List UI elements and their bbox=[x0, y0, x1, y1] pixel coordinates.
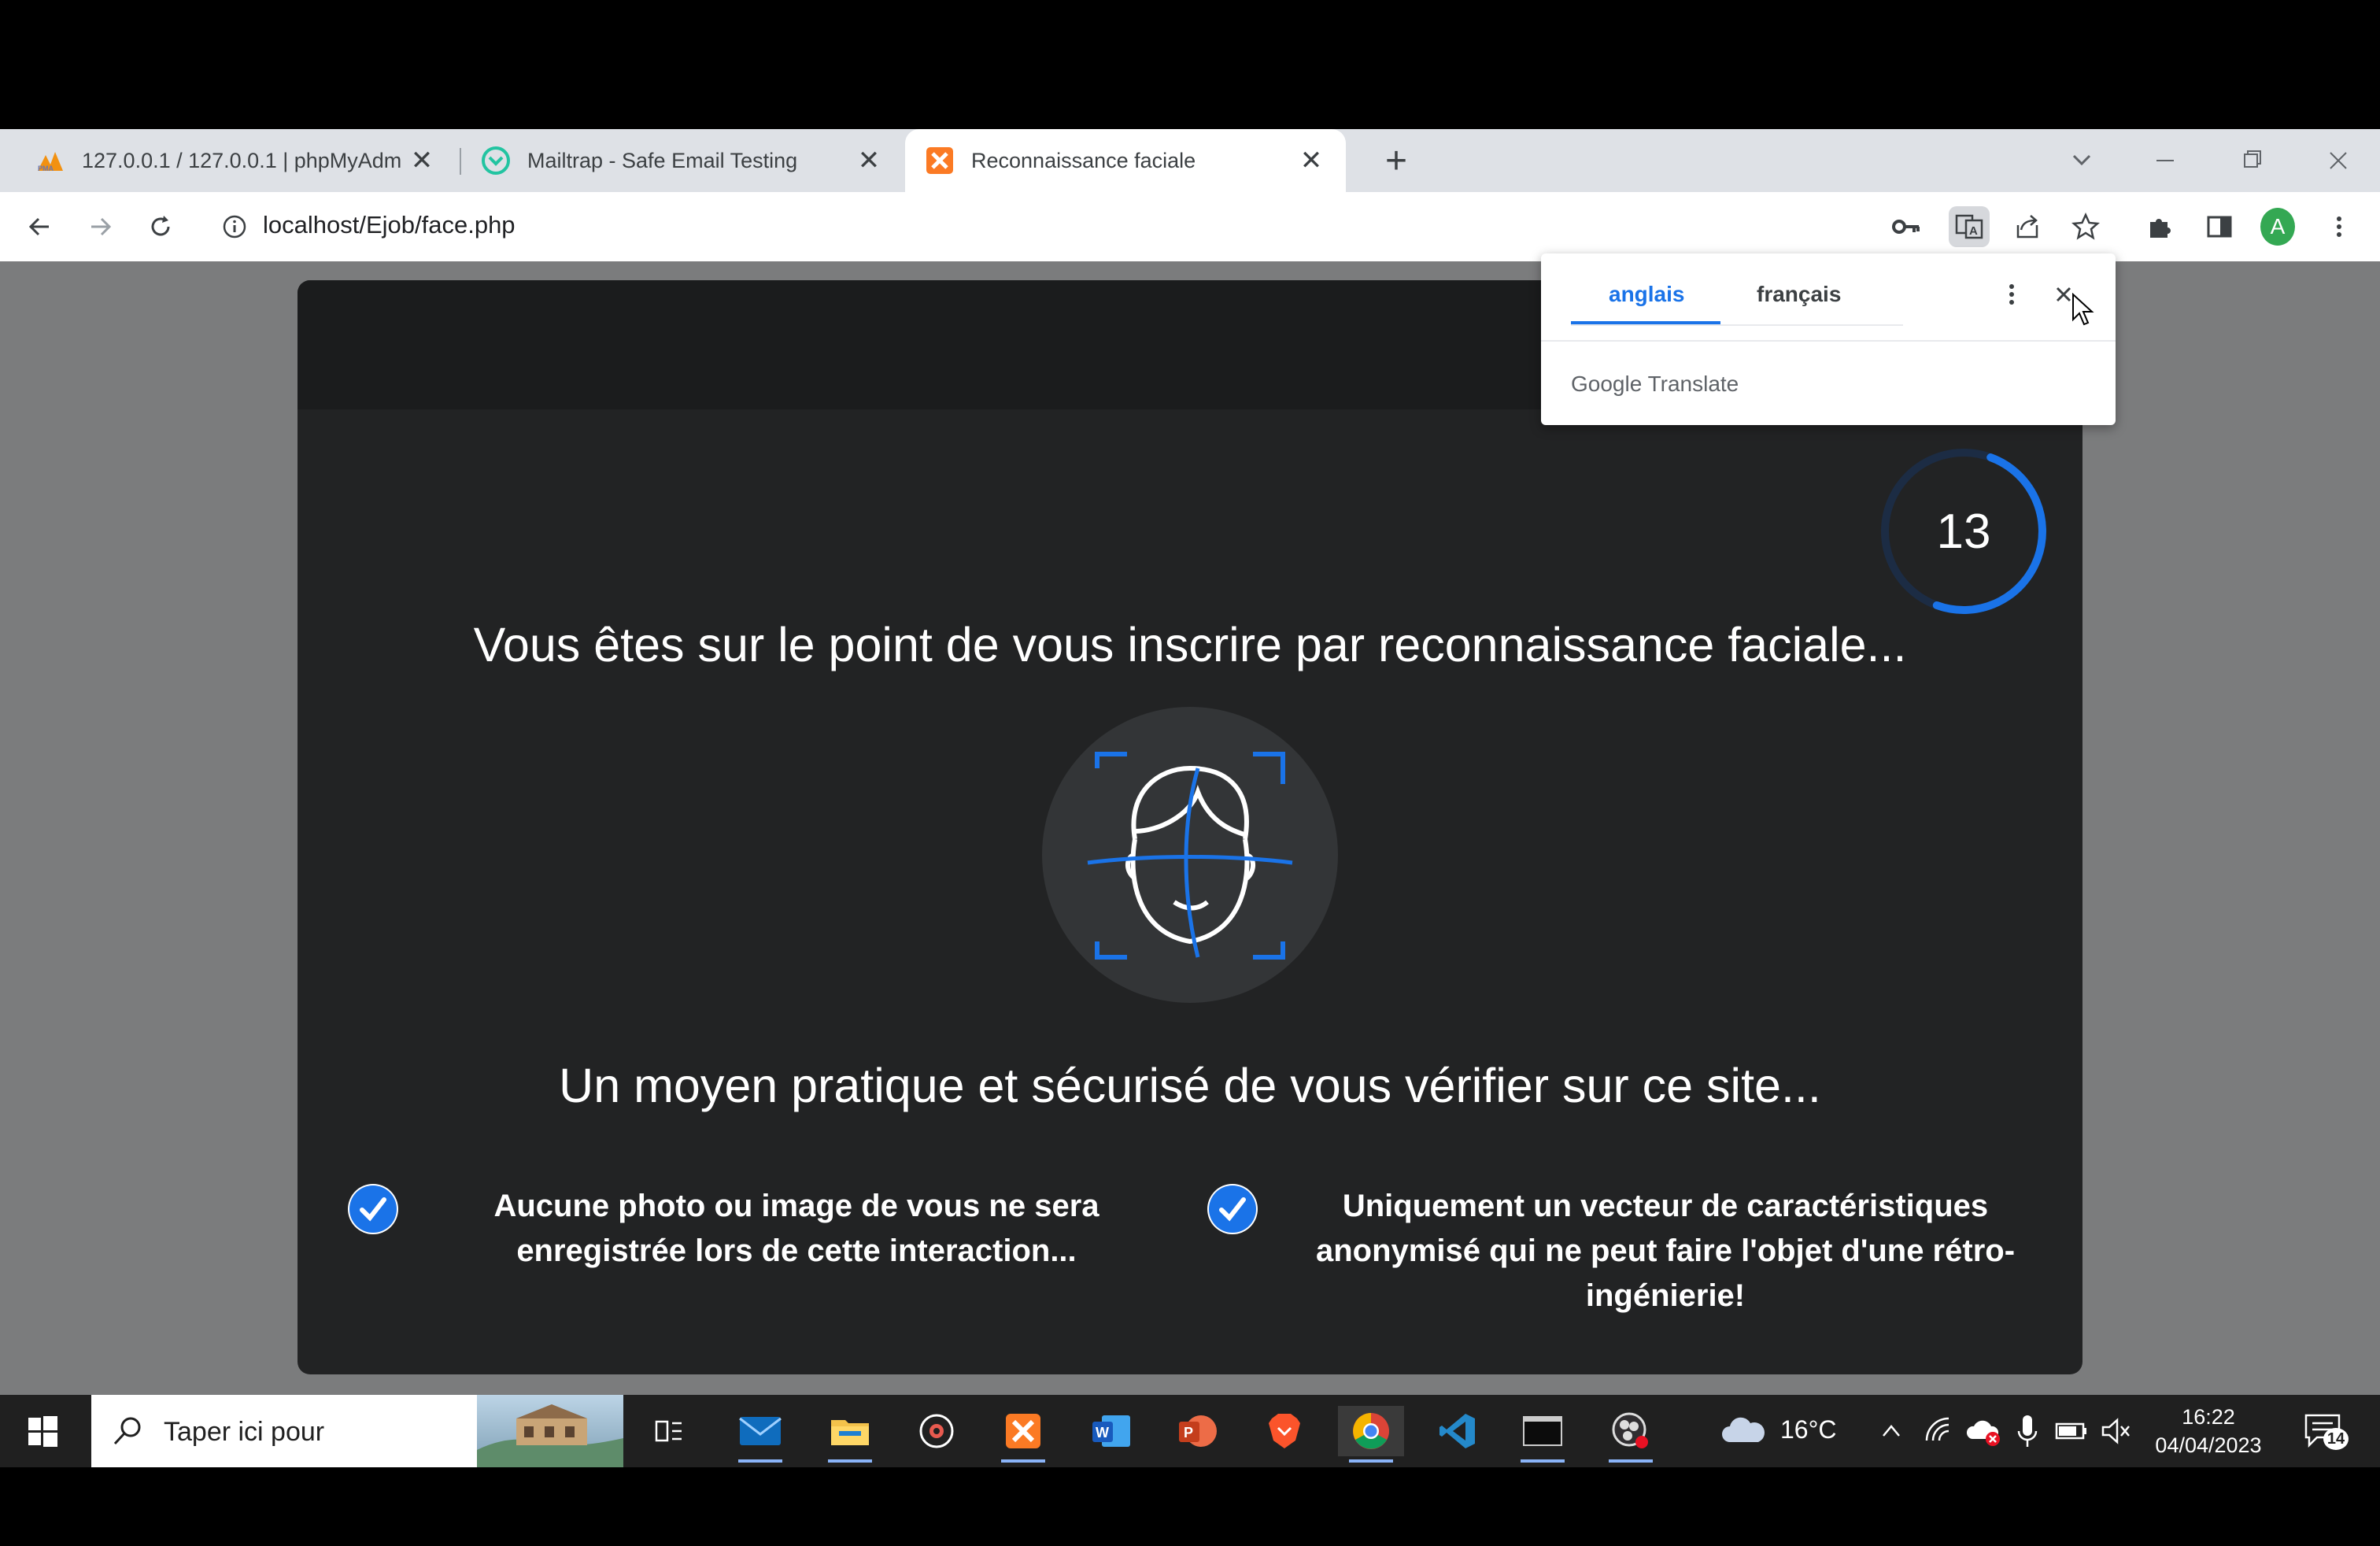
tab-search-icon[interactable] bbox=[2064, 145, 2100, 176]
translate-options-icon[interactable] bbox=[1998, 280, 2026, 309]
bottom-black-band bbox=[0, 1467, 2380, 1546]
xampp-app-icon[interactable] bbox=[998, 1406, 1048, 1463]
side-panel-icon[interactable] bbox=[2202, 209, 2237, 244]
media-player-icon[interactable] bbox=[911, 1406, 962, 1456]
running-indicator bbox=[828, 1459, 872, 1463]
brave-browser-icon[interactable] bbox=[1259, 1406, 1310, 1456]
search-placeholder: Taper ici pour bbox=[164, 1417, 325, 1447]
tab-title: Reconnaissance faciale bbox=[971, 148, 1196, 172]
minimize-icon[interactable] bbox=[2147, 145, 2183, 176]
google-translate-branding: Google Translate bbox=[1571, 372, 1739, 397]
close-icon[interactable]: ✕ bbox=[408, 146, 436, 176]
file-explorer-icon[interactable] bbox=[825, 1406, 875, 1463]
back-icon[interactable] bbox=[22, 209, 57, 244]
show-hidden-icons-chevron[interactable] bbox=[1879, 1417, 1903, 1445]
extensions-icon[interactable] bbox=[2142, 209, 2177, 244]
vscode-app-icon[interactable] bbox=[1432, 1406, 1483, 1456]
share-icon[interactable] bbox=[2010, 209, 2045, 244]
google-logo-text: Google bbox=[1571, 372, 1643, 396]
translate-icon[interactable]: A bbox=[1949, 206, 1990, 247]
battery-icon[interactable] bbox=[2054, 1417, 2089, 1445]
feature-text: Uniquement un vecteur de caractéristique… bbox=[1315, 1189, 2016, 1313]
google-translate-popup: anglais français Google Translate bbox=[1541, 253, 2116, 425]
popup-divider bbox=[1541, 340, 2116, 342]
translate-label: Translate bbox=[1647, 372, 1739, 396]
tab-strip: PMA 127.0.0.1 / 127.0.0.1 | phpMyAdmin ✕… bbox=[0, 129, 2380, 192]
windows-start-icon[interactable] bbox=[17, 1406, 68, 1456]
close-icon[interactable]: ✕ bbox=[855, 146, 883, 176]
notification-center-icon[interactable]: 14 bbox=[2301, 1411, 2349, 1452]
check-icon bbox=[348, 1184, 398, 1234]
reload-icon[interactable] bbox=[143, 209, 178, 244]
running-indicator bbox=[738, 1459, 782, 1463]
browser-toolbar: localhost/Ejob/face.php A A bbox=[0, 192, 2380, 263]
countdown-value: 13 bbox=[1936, 504, 1991, 559]
running-indicator bbox=[1609, 1459, 1653, 1463]
terminal-app-icon[interactable] bbox=[1517, 1406, 1568, 1463]
tab-title: Mailtrap - Safe Email Testing bbox=[527, 148, 798, 172]
tab-phpmyadmin[interactable]: PMA 127.0.0.1 / 127.0.0.1 | phpMyAdmin ✕ bbox=[0, 129, 456, 192]
profile-initial: A bbox=[2260, 208, 2295, 246]
task-view-icon[interactable] bbox=[644, 1406, 694, 1456]
countdown-timer: 13 bbox=[1878, 446, 2049, 617]
window-close-icon[interactable] bbox=[2320, 145, 2356, 176]
tab-mailtrap[interactable]: Mailtrap - Safe Email Testing ✕ bbox=[463, 129, 904, 192]
volume-muted-icon[interactable] bbox=[2100, 1415, 2131, 1447]
mailtrap-icon bbox=[482, 146, 510, 175]
notification-count-badge: 14 bbox=[2323, 1428, 2349, 1450]
tab-separator bbox=[460, 148, 461, 175]
address-bar[interactable]: localhost/Ejob/face.php bbox=[263, 211, 516, 239]
page-title: Vous êtes sur le point de vous inscrire … bbox=[473, 618, 1907, 671]
site-info-icon[interactable] bbox=[217, 209, 252, 244]
target-language-tab[interactable]: français bbox=[1757, 282, 1841, 307]
weather-temperature[interactable]: 16°C bbox=[1780, 1415, 1837, 1444]
source-language-tab[interactable]: anglais bbox=[1609, 282, 1684, 307]
forward-icon[interactable] bbox=[83, 209, 118, 244]
svg-text:P: P bbox=[1184, 1425, 1193, 1441]
restore-icon[interactable] bbox=[2234, 145, 2270, 176]
feature-text: Aucune photo ou image de vous ne sera en… bbox=[493, 1189, 1099, 1268]
svg-text:A: A bbox=[1969, 224, 1978, 238]
key-icon[interactable] bbox=[1889, 209, 1924, 244]
onedrive-error-icon[interactable] bbox=[1966, 1415, 2002, 1447]
page-subtitle: Un moyen pratique et sécurisé de vous vé… bbox=[559, 1059, 1821, 1112]
search-icon bbox=[110, 1414, 145, 1448]
network-icon[interactable] bbox=[1924, 1415, 1955, 1447]
clock-date: 04/04/2023 bbox=[2155, 1433, 2262, 1457]
menu-kebab-icon[interactable] bbox=[2322, 209, 2356, 244]
mail-app-icon[interactable] bbox=[735, 1406, 785, 1463]
face-scan-icon bbox=[1040, 705, 1340, 1004]
taskbar-search-box[interactable]: Taper ici pour bbox=[91, 1395, 623, 1467]
svg-text:PMA: PMA bbox=[38, 165, 54, 172]
word-app-icon[interactable]: W bbox=[1086, 1406, 1136, 1456]
weather-cloud-icon[interactable] bbox=[1719, 1412, 1768, 1447]
bookmark-star-icon[interactable] bbox=[2068, 209, 2103, 244]
new-tab-button[interactable]: + bbox=[1376, 140, 1417, 182]
running-indicator bbox=[1521, 1459, 1565, 1463]
tab-divider bbox=[1571, 324, 1903, 326]
chrome-app-icon[interactable] bbox=[1338, 1406, 1404, 1463]
powerpoint-app-icon[interactable]: P bbox=[1173, 1406, 1223, 1456]
running-indicator bbox=[1349, 1459, 1393, 1463]
svg-text:W: W bbox=[1096, 1425, 1109, 1441]
search-highlight-image bbox=[477, 1395, 623, 1467]
phpmyadmin-icon: PMA bbox=[36, 146, 65, 175]
windows-taskbar: Taper ici pour W P 16°C 16:22 04/04/2023… bbox=[0, 1395, 2380, 1467]
running-indicator bbox=[1001, 1459, 1045, 1463]
close-icon[interactable]: ✕ bbox=[1297, 146, 1325, 176]
tab-title: 127.0.0.1 / 127.0.0.1 | phpMyAdmin bbox=[82, 148, 401, 172]
top-black-band bbox=[0, 0, 2380, 129]
obs-app-icon[interactable] bbox=[1606, 1406, 1656, 1463]
xampp-icon bbox=[926, 146, 954, 175]
profile-avatar[interactable]: A bbox=[2260, 208, 2295, 246]
feature-no-photo: Aucune photo ou image de vous ne sera en… bbox=[348, 1184, 1135, 1274]
tab-reconnaissance-faciale[interactable]: Reconnaissance faciale ✕ bbox=[905, 129, 1346, 192]
mouse-cursor-icon bbox=[2071, 292, 2095, 327]
feature-anonymized-vector: Uniquement un vecteur de caractéristique… bbox=[1207, 1184, 2042, 1319]
clock-time: 16:22 bbox=[2182, 1405, 2235, 1429]
check-icon bbox=[1207, 1184, 1258, 1234]
system-clock[interactable]: 16:22 04/04/2023 bbox=[2138, 1403, 2279, 1459]
microphone-icon[interactable] bbox=[2015, 1414, 2040, 1448]
